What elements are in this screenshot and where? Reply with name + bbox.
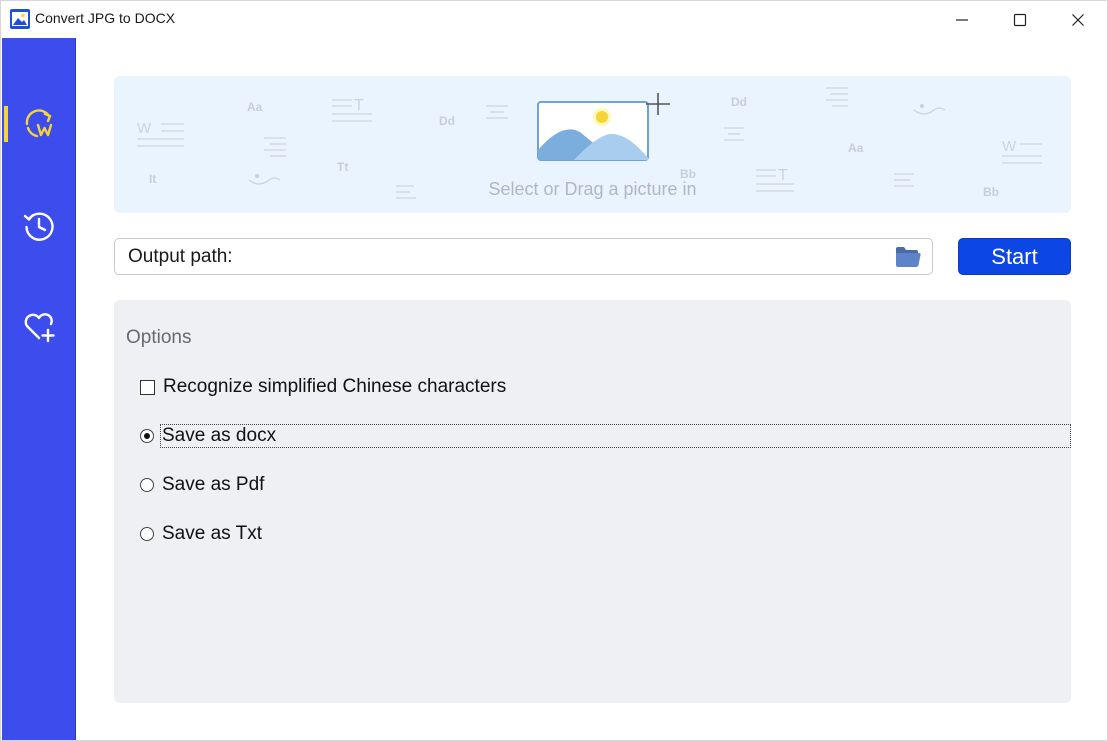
output-path-label: Output path:: [128, 246, 233, 267]
save-as-txt-radio[interactable]: Save as Txt: [140, 521, 262, 547]
app-image-icon: [10, 9, 30, 29]
sidebar-item-convert[interactable]: [2, 94, 76, 154]
minimize-icon: [956, 18, 968, 21]
convert-word-icon: [25, 109, 53, 138]
window-title: Convert JPG to DOCX: [35, 10, 176, 26]
radio-label: Save as Pdf: [162, 474, 265, 495]
sidebar-item-history[interactable]: [2, 196, 76, 256]
radio-label: Save as docx: [162, 425, 277, 446]
radio-button[interactable]: [140, 429, 154, 443]
close-icon: [1072, 13, 1084, 26]
checkbox-box[interactable]: [140, 379, 155, 395]
save-as-pdf-radio[interactable]: Save as Pdf: [140, 472, 264, 498]
sidebar: [2, 38, 76, 740]
browse-folder-button[interactable]: [894, 246, 922, 268]
app-window: Convert JPG to DOCX Aa Dd Tt It Bb Dd Aa…: [0, 0, 1108, 741]
title-bar: Convert JPG to DOCX: [1, 1, 1107, 38]
options-title: Options: [126, 327, 192, 348]
svg-text:W: W: [137, 120, 152, 137]
sidebar-item-favorite[interactable]: [2, 296, 76, 356]
close-button[interactable]: [1049, 1, 1107, 38]
save-as-docx-radio[interactable]: Save as docx: [140, 423, 276, 449]
picture-add-icon: [537, 93, 670, 161]
svg-text:T: T: [354, 97, 364, 114]
focus-outline: [160, 424, 1071, 448]
output-path-field[interactable]: Output path:: [114, 238, 933, 275]
drop-hint-text: Select or Drag a picture in: [488, 179, 697, 199]
folder-icon: [896, 247, 921, 267]
history-icon: [23, 212, 54, 241]
radio-button[interactable]: [140, 527, 154, 541]
radio-button[interactable]: [140, 478, 154, 492]
options-panel: Options Recognize simplified Chinese cha…: [114, 300, 1071, 703]
maximize-icon: [1013, 13, 1027, 26]
image-drop-zone[interactable]: Aa Dd Tt It Bb Dd Aa Bb W T T W Select o…: [114, 76, 1071, 213]
radio-label: Save as Txt: [162, 523, 262, 544]
active-indicator: [4, 106, 8, 142]
start-button[interactable]: Start: [958, 238, 1071, 275]
heart-plus-icon: [24, 313, 55, 343]
svg-text:W: W: [1002, 138, 1017, 155]
maximize-button[interactable]: [991, 1, 1049, 38]
minimize-button[interactable]: [933, 1, 991, 38]
chinese-recognition-checkbox[interactable]: Recognize simplified Chinese characters: [140, 374, 506, 400]
checkbox-label: Recognize simplified Chinese characters: [163, 376, 507, 397]
